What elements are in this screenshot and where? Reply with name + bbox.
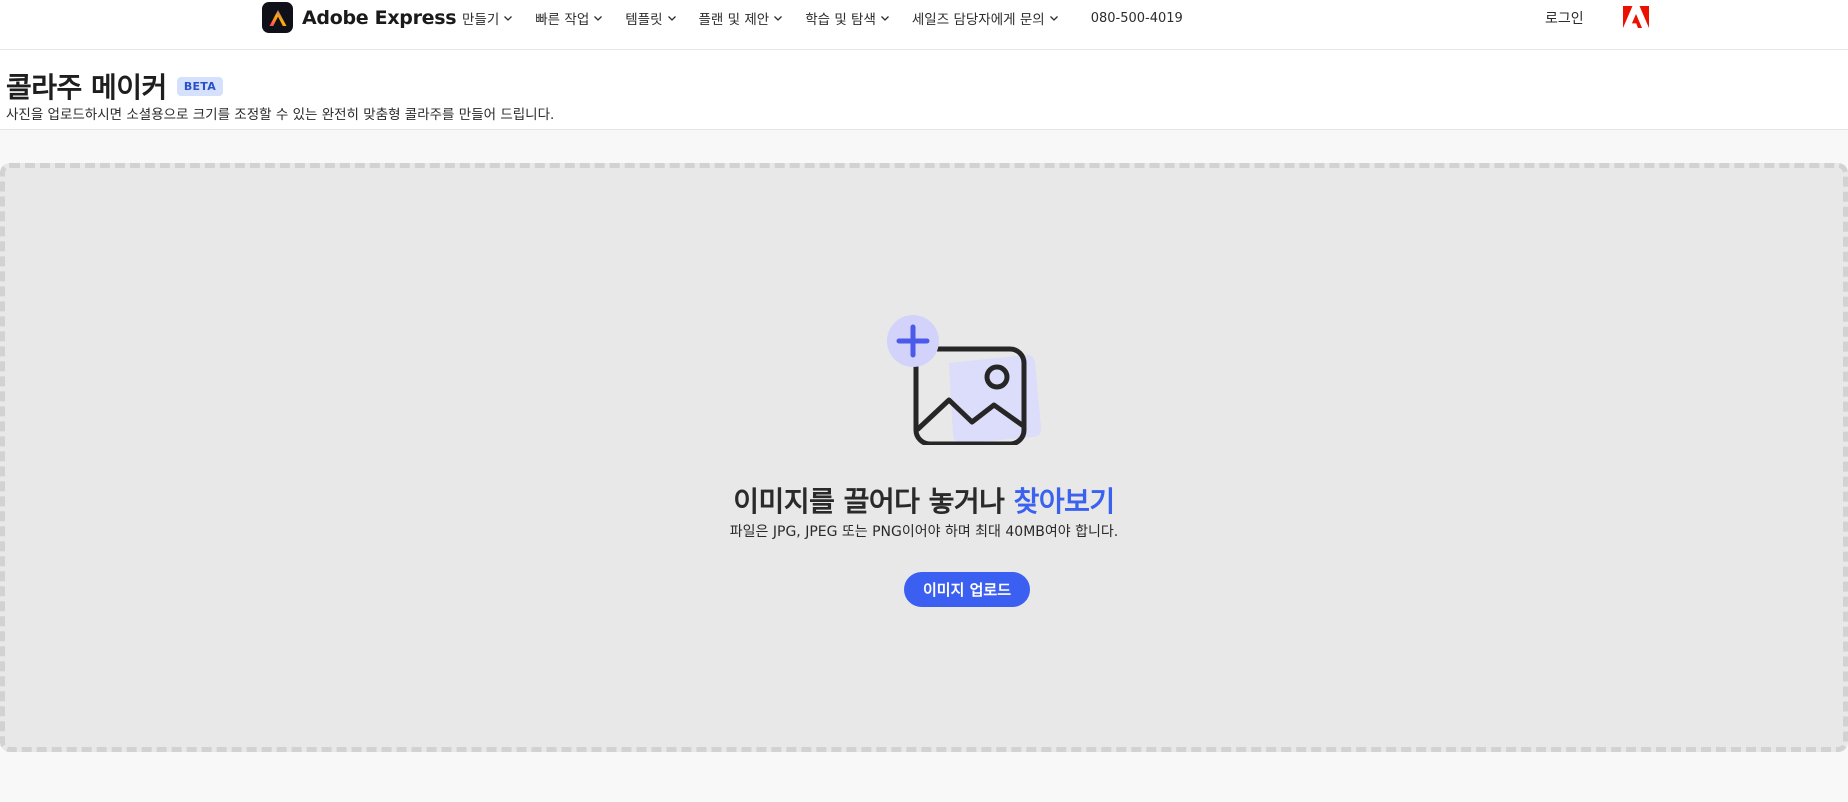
drop-title-text: 이미지를 끌어다 놓거나 — [733, 485, 1014, 518]
page-title: 콜라주 메이커 — [6, 71, 167, 104]
menu-item-label: 빠른 작업 — [535, 12, 590, 28]
menu-item-label: 세일즈 담당자에게 문의 — [911, 12, 1045, 28]
phone-number-link[interactable]: 080-500-4019 — [1091, 11, 1183, 26]
title-row: 콜라주 메이커 BETA — [6, 66, 224, 106]
menu-item-quick-actions[interactable]: 빠른 작업 — [535, 8, 603, 28]
menu-item-label: 학습 및 탐색 — [805, 12, 876, 28]
brand-name: Adobe Express — [302, 6, 457, 29]
menu-item-label: 플랜 및 제안 — [698, 12, 770, 28]
adobe-express-logo-icon — [262, 2, 293, 33]
chevron-down-icon — [667, 16, 676, 21]
browse-link[interactable]: 찾아보기 — [1014, 485, 1116, 518]
chevron-down-icon — [1049, 16, 1058, 21]
chevron-down-icon — [594, 16, 603, 21]
menu-item-create[interactable]: 만들기 — [462, 8, 513, 28]
adobe-logo-icon[interactable] — [1623, 6, 1649, 28]
brand-home-link[interactable]: Adobe Express — [262, 2, 457, 33]
login-link[interactable]: 로그인 — [1545, 8, 1584, 28]
chevron-down-icon — [504, 16, 513, 21]
image-drop-zone[interactable]: 이미지를 끌어다 놓거나 찾아보기 파일은 JPG, JPEG 또는 PNG이어… — [0, 163, 1848, 752]
menu-item-plans[interactable]: 플랜 및 제안 — [699, 8, 784, 28]
upload-image-button[interactable]: 이미지 업로드 — [904, 572, 1030, 607]
menu-item-label: 템플릿 — [625, 12, 663, 28]
top-navigation: Adobe Express 만들기 빠른 작업 템플릿 플랜 및 제안 학습 및… — [0, 0, 1848, 50]
menu-item-learn[interactable]: 학습 및 탐색 — [805, 8, 890, 28]
chevron-down-icon — [774, 16, 783, 21]
beta-badge: BETA — [176, 76, 224, 96]
chevron-down-icon — [880, 16, 889, 21]
menu-item-templates[interactable]: 템플릿 — [625, 8, 676, 28]
drop-title: 이미지를 끌어다 놓거나 찾아보기 — [5, 480, 1843, 520]
page-header: 콜라주 메이커 BETA 사진을 업로드하시면 소셜용으로 크기를 조정할 수 … — [0, 50, 1848, 130]
menu-item-contact-sales[interactable]: 세일즈 담당자에게 문의 — [912, 8, 1059, 28]
add-image-icon — [887, 315, 1042, 445]
file-requirements-hint: 파일은 JPG, JPEG 또는 PNG이어야 하며 최대 40MB여야 합니다… — [729, 524, 1119, 540]
main-menu: 만들기 빠른 작업 템플릿 플랜 및 제안 학습 및 탐색 세일즈 담당자에게 … — [462, 8, 1183, 29]
page-subtitle: 사진을 업로드하시면 소셜용으로 크기를 조정할 수 있는 완전히 맞춤형 콜라… — [6, 107, 555, 123]
menu-item-label: 만들기 — [462, 12, 500, 28]
